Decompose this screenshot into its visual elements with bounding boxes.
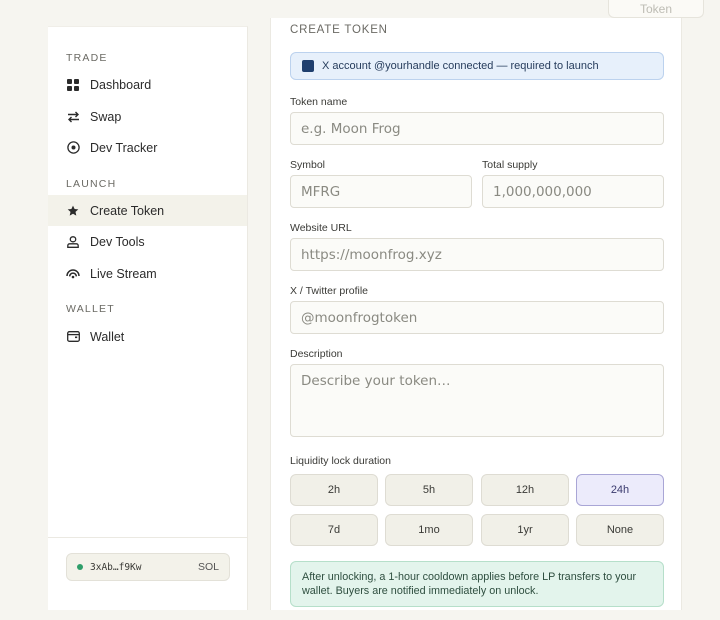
total-supply-input[interactable] [482, 175, 664, 208]
section-label-trade: TRADE [66, 52, 108, 64]
sidebar-item-label: Dashboard [90, 77, 152, 92]
swap-arrows-icon [66, 110, 80, 124]
lock-option-24h[interactable]: 24h [576, 474, 664, 506]
wallet-currency: SOL [197, 561, 219, 573]
sidebar-item-label: Dev Tracker [90, 140, 158, 155]
lock-option-5h[interactable]: 5h [385, 474, 473, 506]
sidebar-item-dashboard[interactable]: Dashboard [48, 69, 247, 100]
sidebar-item-dev-tracker[interactable]: Dev Tracker [48, 132, 247, 163]
lock-option-none[interactable]: None [576, 514, 664, 546]
sidebar-item-label: Live Stream [90, 266, 157, 281]
x-account-icon [302, 60, 314, 72]
sidebar-item-wallet[interactable]: Wallet [48, 321, 247, 352]
user-icon [66, 235, 80, 249]
token-name-label: Token name [290, 96, 348, 108]
lock-option-12h[interactable]: 12h [481, 474, 569, 506]
sidebar: TRADE Dashboard Swap Dev Tracker LAUNCH … [48, 26, 248, 610]
symbol-label: Symbol [290, 159, 326, 171]
lock-duration-label: Liquidity lock duration [290, 455, 391, 467]
section-label-wallet: WALLET [66, 303, 115, 315]
section-label-launch: LAUNCH [66, 178, 117, 190]
twitter-profile-input[interactable] [290, 301, 664, 334]
sidebar-item-live-stream[interactable]: Live Stream [48, 258, 247, 289]
description-label: Description [290, 348, 343, 360]
wallet-icon [66, 330, 80, 344]
sidebar-item-label: Swap [90, 109, 122, 124]
lock-option-1mo[interactable]: 1mo [385, 514, 473, 546]
create-token-panel: CREATE TOKEN X account @yourhandle conne… [270, 18, 682, 610]
page-title: CREATE TOKEN [290, 24, 388, 36]
sidebar-item-create-token[interactable]: Create Token [48, 195, 247, 226]
sidebar-item-label: Wallet [90, 329, 125, 344]
sidebar-divider [48, 537, 247, 538]
wallet-chip[interactable]: 3xAb…f9Kw SOL [66, 553, 230, 581]
top-tab-stub[interactable]: Token [608, 0, 704, 18]
sidebar-item-label: Create Token [90, 203, 165, 218]
token-name-input[interactable] [290, 112, 664, 145]
grid-icon [66, 78, 80, 92]
total-supply-label: Total supply [482, 159, 538, 171]
lock-option-1yr[interactable]: 1yr [481, 514, 569, 546]
connected-status-dot [77, 564, 83, 570]
x-connected-banner: X account @yourhandle connected — requir… [290, 52, 664, 80]
website-url-input[interactable] [290, 238, 664, 271]
sidebar-item-label: Dev Tools [90, 234, 145, 249]
symbol-input[interactable] [290, 175, 472, 208]
broadcast-icon [66, 267, 80, 281]
star-icon [66, 204, 80, 218]
banner-text: X account @yourhandle connected — requir… [322, 60, 599, 72]
description-textarea[interactable] [290, 364, 664, 437]
lock-option-7d[interactable]: 7d [290, 514, 378, 546]
sidebar-item-dev-tools[interactable]: Dev Tools [48, 226, 247, 257]
lock-option-2h[interactable]: 2h [290, 474, 378, 506]
twitter-label: X / Twitter profile [290, 285, 369, 297]
website-label: Website URL [290, 222, 352, 234]
sidebar-item-swap[interactable]: Swap [48, 101, 247, 132]
target-icon [66, 141, 80, 155]
unlock-info-note: After unlocking, a 1-hour cooldown appli… [290, 561, 664, 607]
wallet-address: 3xAb…f9Kw [90, 561, 142, 573]
